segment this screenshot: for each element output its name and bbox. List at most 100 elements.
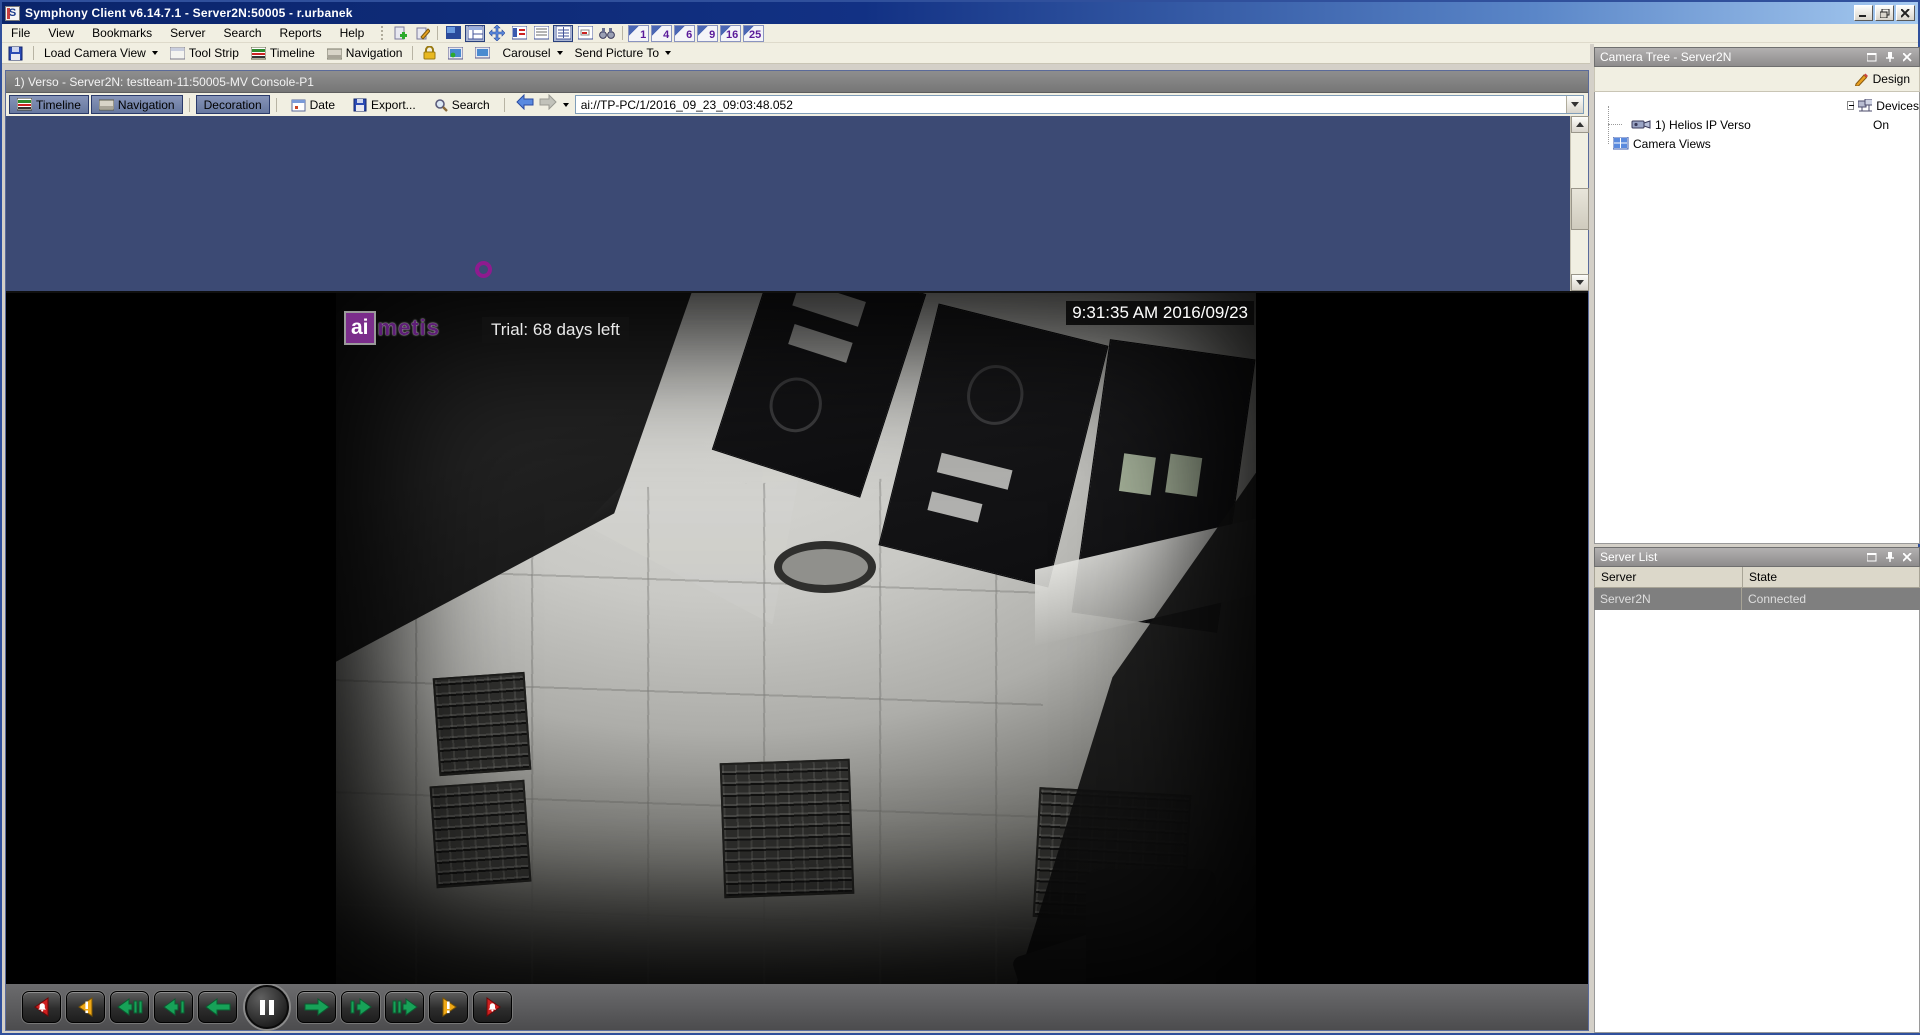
pin-panel-icon[interactable] — [1883, 551, 1896, 563]
date-button[interactable]: Date — [283, 95, 343, 114]
fisheye-vignette — [336, 293, 1256, 984]
camera-panel: 1) Verso - Server2N: testteam-11:50005-M… — [5, 70, 1589, 1031]
menu-help[interactable]: Help — [331, 24, 374, 42]
camera-video-frame[interactable]: ai metis Trial: 68 days left 9:31:35 AM … — [336, 293, 1256, 984]
next-event-button[interactable] — [429, 991, 468, 1023]
layout-4-icon[interactable]: 4 — [651, 25, 672, 42]
layout-1-icon[interactable]: 1 — [628, 25, 649, 42]
window-title: Symphony Client v6.14.7.1 - Server2N:500… — [25, 6, 353, 20]
tree-node-devices[interactable]: Devices — [1595, 96, 1919, 115]
aimetis-logo: ai metis — [344, 311, 440, 345]
address-input[interactable] — [576, 98, 1566, 112]
scroll-up-button[interactable] — [1571, 116, 1589, 133]
export-button[interactable]: Export... — [345, 95, 424, 114]
server-list-body — [1594, 610, 1920, 1033]
logo-ai-box: ai — [344, 311, 376, 345]
tree-node-label: 1) Helios IP Verso — [1655, 118, 1751, 132]
previous-alarm-button[interactable] — [22, 991, 61, 1023]
server-list-header: Server State — [1594, 567, 1920, 588]
list-view-icon[interactable] — [531, 25, 551, 42]
add-report-icon[interactable] — [390, 25, 410, 42]
close-button[interactable] — [1896, 5, 1915, 21]
address-dropdown-button[interactable] — [1566, 96, 1583, 113]
server-list-titlebar: Server List — [1594, 547, 1920, 567]
column-header-state[interactable]: State — [1743, 567, 1919, 587]
camera-icon — [1631, 119, 1651, 131]
scrollbar-thumb[interactable] — [1571, 188, 1589, 230]
history-forward-button[interactable] — [538, 94, 558, 115]
logo-metis-text: metis — [378, 315, 440, 341]
menu-file[interactable]: File — [2, 24, 39, 42]
restore-button[interactable] — [1875, 5, 1894, 21]
menu-reports[interactable]: Reports — [271, 24, 331, 42]
server-list-title: Server List — [1600, 550, 1657, 564]
layout-6-icon[interactable]: 6 — [674, 25, 695, 42]
camera-tree-title: Camera Tree - Server2N — [1600, 50, 1731, 64]
timeline-scrollbar[interactable] — [1570, 116, 1588, 291]
main-area: 1) Verso - Server2N: testteam-11:50005-M… — [2, 44, 1590, 1033]
scroll-down-button[interactable] — [1571, 274, 1589, 291]
decoration-button[interactable]: Decoration — [196, 95, 270, 114]
history-back-button[interactable] — [515, 94, 535, 115]
tree-node-helios[interactable]: 1) Helios IP Verso On — [1595, 115, 1919, 134]
toolbar-grip — [381, 26, 385, 40]
pin-panel-icon[interactable] — [1883, 51, 1896, 63]
close-panel-icon[interactable] — [1901, 551, 1914, 563]
step-forward-button[interactable] — [341, 991, 380, 1023]
float-panel-icon[interactable] — [1865, 551, 1878, 563]
pan-arrows-icon[interactable] — [487, 25, 507, 42]
menu-bookmarks[interactable]: Bookmarks — [83, 24, 161, 42]
float-panel-icon[interactable] — [1865, 51, 1878, 63]
navigation-button[interactable]: Navigation — [91, 95, 183, 114]
timeline-panel[interactable] — [6, 116, 1588, 293]
menu-view[interactable]: View — [39, 24, 83, 42]
column-header-server[interactable]: Server — [1595, 567, 1743, 587]
tree-connector — [1608, 124, 1622, 125]
trial-banner: Trial: 68 days left — [482, 317, 629, 343]
camera-state: On — [1873, 118, 1889, 132]
next-alarm-button[interactable] — [473, 991, 512, 1023]
tree-node-camera-views[interactable]: Camera Views — [1595, 134, 1919, 153]
tree-node-label: Devices — [1876, 99, 1919, 113]
menu-server[interactable]: Server — [161, 24, 214, 42]
camera-views-icon — [1613, 137, 1629, 150]
play-backward-button[interactable] — [198, 991, 237, 1023]
search-button[interactable]: Search — [426, 95, 498, 114]
close-panel-icon[interactable] — [1901, 51, 1914, 63]
server-state-cell: Connected — [1742, 588, 1920, 610]
edit-report-icon[interactable] — [412, 25, 432, 42]
app-icon: S — [5, 6, 20, 21]
monitor-panel-icon[interactable] — [443, 25, 463, 42]
devices-icon — [1858, 99, 1872, 113]
step-backward-button[interactable] — [154, 991, 193, 1023]
timeline-event-marker[interactable] — [475, 261, 492, 278]
pencil-icon — [1854, 72, 1868, 86]
layout-grid-icon[interactable] — [465, 25, 485, 42]
jump-backward-button[interactable] — [110, 991, 149, 1023]
history-dropdown-caret-icon[interactable] — [563, 103, 569, 107]
title-bar: S Symphony Client v6.14.7.1 - Server2N:5… — [2, 2, 1918, 24]
timeline-button[interactable]: Timeline — [9, 95, 89, 114]
message-view-icon[interactable] — [575, 25, 595, 42]
alarm-list-icon[interactable] — [509, 25, 529, 42]
multi-view-icon[interactable] — [553, 25, 573, 42]
server-name-cell: Server2N — [1594, 588, 1742, 610]
camera-panel-header[interactable]: 1) Verso - Server2N: testteam-11:50005-M… — [6, 71, 1588, 93]
collapse-expander-icon[interactable] — [1847, 101, 1854, 110]
camera-panel-toolbar: Timeline Navigation Decoration Date Expo… — [6, 93, 1588, 116]
layout-16-icon[interactable]: 16 — [720, 25, 741, 42]
server-row[interactable]: Server2N Connected — [1594, 588, 1920, 610]
video-area: ai metis Trial: 68 days left 9:31:35 AM … — [6, 293, 1588, 984]
menu-search[interactable]: Search — [215, 24, 271, 42]
play-forward-button[interactable] — [297, 991, 336, 1023]
camera-tree-titlebar: Camera Tree - Server2N — [1594, 47, 1920, 67]
layout-9-icon[interactable]: 9 — [697, 25, 718, 42]
binoculars-search-icon[interactable] — [597, 25, 617, 42]
jump-forward-button[interactable] — [385, 991, 424, 1023]
minimize-button[interactable] — [1854, 5, 1873, 21]
pause-button[interactable] — [245, 985, 289, 1029]
previous-event-button[interactable] — [66, 991, 105, 1023]
layout-25-icon[interactable]: 25 — [743, 25, 764, 42]
design-toolbar: Design — [1594, 67, 1920, 92]
design-button[interactable]: Design — [1873, 72, 1910, 86]
